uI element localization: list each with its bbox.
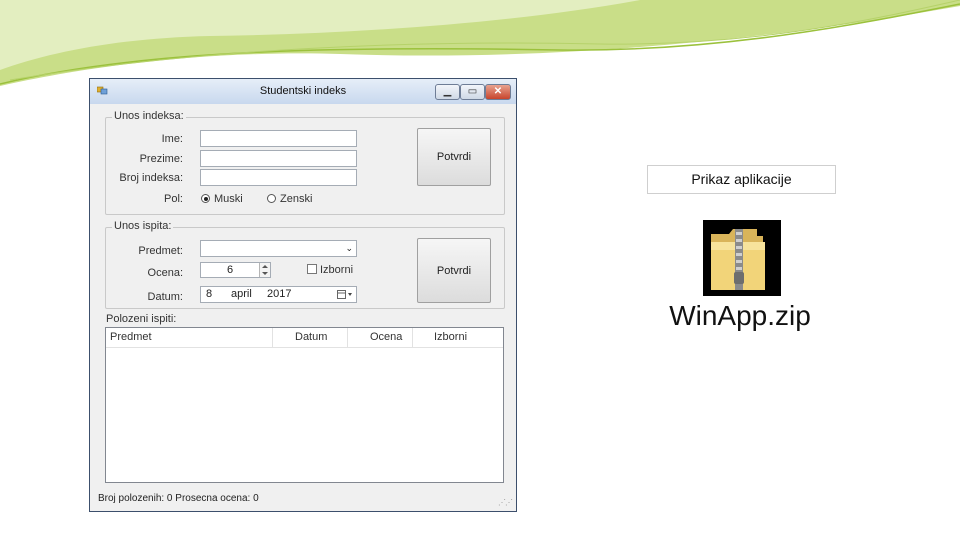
maximize-icon: ▭ — [467, 86, 478, 97]
datum-label: Datum: — [147, 291, 183, 303]
ime-field[interactable] — [200, 130, 357, 147]
pol-zenski-label[interactable]: Zenski — [280, 193, 312, 205]
datum-year: 2017 — [267, 288, 292, 300]
app-window: Studentski indeks ▁ ▭ ✕ Unos indeksa: Im… — [89, 78, 517, 512]
exam-confirm-button[interactable]: Potvrdi — [417, 238, 491, 303]
chevron-down-icon: ⌄ — [345, 243, 353, 253]
maximize-button[interactable]: ▭ — [460, 84, 485, 100]
pol-muski-label[interactable]: Muski — [214, 193, 243, 205]
close-icon: ✕ — [493, 86, 503, 97]
calendar-icon[interactable] — [337, 289, 353, 300]
resize-grip-icon[interactable]: ⋰⋰ — [498, 498, 513, 507]
izborni-label[interactable]: Izborni — [320, 264, 353, 276]
datum-month: april — [231, 288, 252, 300]
zip-file-name[interactable]: WinApp.zip — [640, 300, 840, 332]
stepper-arrows-icon[interactable] — [259, 263, 270, 277]
izborni-checkbox[interactable] — [307, 264, 317, 274]
broj-indeksa-label: Broj indeksa: — [119, 172, 183, 184]
ime-label: Ime: — [161, 133, 183, 145]
datum-day: 8 — [206, 288, 213, 300]
app-preview-caption: Prikaz aplikacije — [647, 165, 836, 194]
broj-indeksa-field[interactable] — [200, 169, 357, 186]
predmet-label: Predmet: — [138, 245, 183, 257]
column-header-predmet[interactable]: Predmet — [106, 328, 273, 347]
status-bar-text: Broj polozenih: 0 Prosecna ocena: 0 — [98, 493, 259, 504]
ocena-value: 6 — [227, 264, 234, 276]
window-titlebar[interactable]: Studentski indeks ▁ ▭ ✕ — [90, 79, 516, 104]
exams-list-header: Predmet Datum Ocena Izborni — [106, 328, 503, 348]
datum-picker[interactable]: 8 april 2017 — [200, 286, 357, 303]
predmet-dropdown[interactable]: ⌄ — [200, 240, 357, 257]
minimize-button[interactable]: ▁ — [435, 84, 460, 100]
zip-folder-icon[interactable] — [703, 220, 781, 296]
index-confirm-button[interactable]: Potvrdi — [417, 128, 491, 186]
ocena-stepper[interactable]: 6 — [200, 262, 271, 278]
ocena-label: Ocena: — [147, 267, 183, 279]
column-header-izborni[interactable]: Izborni — [413, 328, 505, 347]
pol-muski-radio[interactable] — [201, 194, 210, 203]
column-header-datum[interactable]: Datum — [273, 328, 348, 347]
prezime-field[interactable] — [200, 150, 357, 167]
index-group-label: Unos indeksa: — [112, 110, 186, 122]
exam-group-label: Unos ispita: — [112, 220, 174, 232]
column-header-ocena[interactable]: Ocena — [348, 328, 413, 347]
exams-list[interactable]: Predmet Datum Ocena Izborni — [105, 327, 504, 483]
pol-label: Pol: — [164, 193, 183, 205]
minimize-icon: ▁ — [443, 86, 452, 97]
exams-list-label: Polozeni ispiti: — [106, 313, 177, 325]
pol-zenski-radio[interactable] — [267, 194, 276, 203]
prezime-label: Prezime: — [139, 153, 183, 165]
close-button[interactable]: ✕ — [485, 84, 511, 100]
